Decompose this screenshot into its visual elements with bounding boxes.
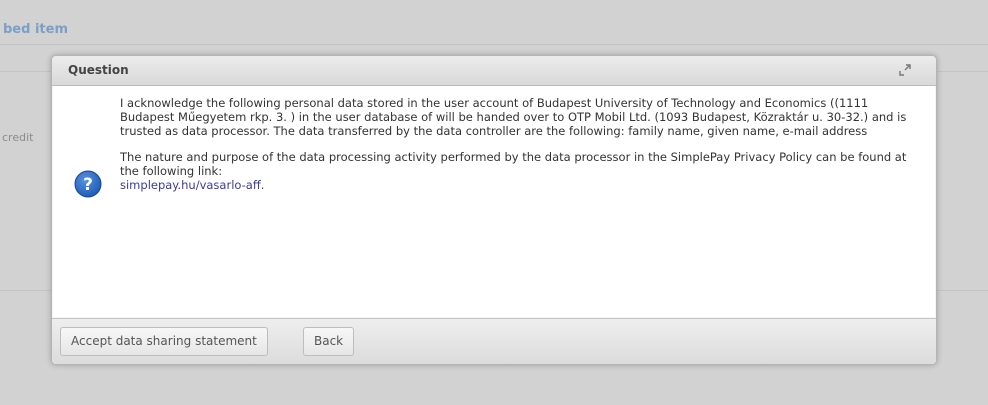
dialog-message: I acknowledge the following personal dat… bbox=[120, 96, 910, 192]
svg-text:?: ? bbox=[83, 175, 93, 195]
privacy-policy-link[interactable]: simplepay.hu/vasarlo-aff. bbox=[120, 178, 264, 192]
back-button[interactable]: Back bbox=[303, 327, 355, 356]
dialog-title: Question bbox=[68, 63, 129, 77]
background-credit-label: credit bbox=[2, 131, 34, 144]
message-paragraph-2: The nature and purpose of the data proce… bbox=[120, 150, 907, 178]
question-dialog: Question ? I acknowledge the following p… bbox=[51, 55, 937, 365]
accept-data-sharing-button[interactable]: Accept data sharing statement bbox=[60, 327, 268, 356]
question-icon: ? bbox=[74, 170, 102, 198]
background-header: bed item bbox=[0, 0, 988, 45]
dialog-titlebar[interactable]: Question bbox=[52, 56, 936, 86]
background-title: bed item bbox=[3, 22, 68, 37]
maximize-icon[interactable] bbox=[898, 63, 912, 77]
dialog-content: ? I acknowledge the following personal d… bbox=[53, 86, 935, 317]
dialog-button-bar: Accept data sharing statement Back bbox=[52, 318, 936, 364]
message-paragraph-1: I acknowledge the following personal dat… bbox=[120, 96, 907, 138]
